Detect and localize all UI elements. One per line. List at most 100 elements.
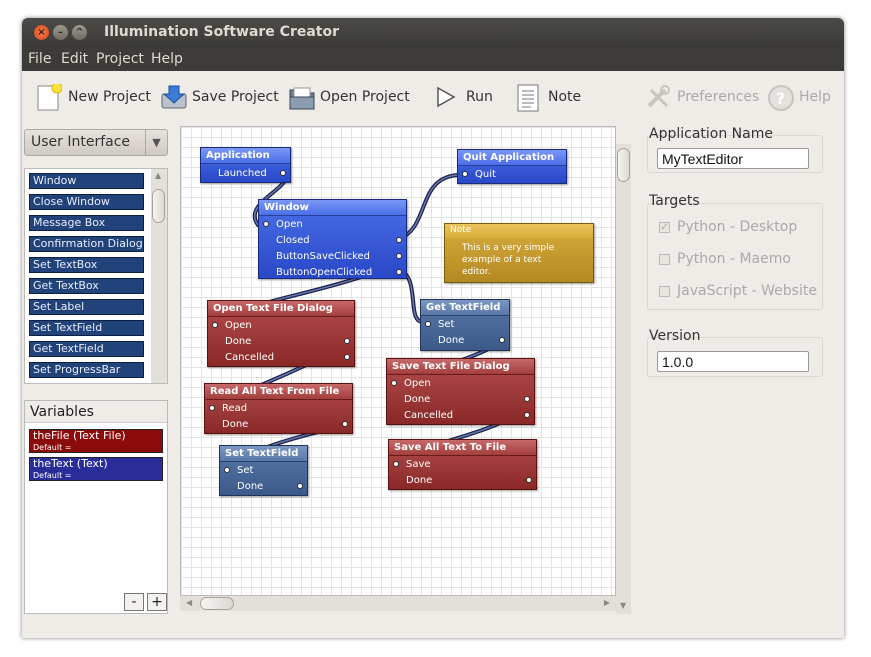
node-application[interactable]: Application Launched bbox=[200, 147, 291, 183]
port-done: Done bbox=[438, 335, 465, 346]
menu-help[interactable]: Help bbox=[151, 51, 183, 67]
block-item[interactable]: Set ProgressBar bbox=[29, 362, 144, 378]
toolbar: New Project Save Project Open Project Ru… bbox=[22, 71, 844, 121]
block-item[interactable]: Confirmation Dialog bbox=[29, 236, 144, 252]
output-pin[interactable] bbox=[396, 269, 402, 275]
save-icon bbox=[160, 84, 187, 110]
canvas-horizontal-scrollbar[interactable]: ◀ ▶ bbox=[180, 596, 616, 611]
menu-file[interactable]: File bbox=[28, 51, 51, 67]
scroll-up-icon[interactable]: ▲ bbox=[155, 171, 161, 180]
block-item[interactable]: Close Window bbox=[29, 194, 144, 210]
node-quit-application[interactable]: Quit Application Quit bbox=[457, 149, 567, 184]
target-javascript-website-checkbox[interactable]: JavaScript - Website bbox=[659, 283, 817, 299]
block-list-scrollbar[interactable]: ▲ bbox=[151, 169, 167, 383]
note-block[interactable]: Note This is a very simple example of a … bbox=[444, 223, 594, 283]
add-variable-button[interactable]: + bbox=[147, 593, 167, 611]
node-open-text-file-dialog[interactable]: Open Text File Dialog Open Done Cancelle… bbox=[207, 300, 355, 367]
version-input[interactable] bbox=[657, 351, 809, 372]
canvas-hscroll-thumb[interactable] bbox=[200, 597, 234, 610]
app-name-label: Application Name bbox=[649, 126, 773, 142]
note-text: This is a very simple example of a text … bbox=[462, 243, 555, 277]
block-item[interactable]: Set TextBox bbox=[29, 257, 144, 273]
node-window[interactable]: Window Open Closed ButtonSaveClicked But… bbox=[258, 199, 407, 279]
tools-icon bbox=[645, 84, 671, 110]
minimize-window-button[interactable]: – bbox=[53, 25, 68, 40]
port-read: Read bbox=[222, 403, 248, 414]
flow-canvas[interactable]: Application Launched Window Open Closed … bbox=[180, 126, 616, 596]
window-title: Illumination Software Creator bbox=[104, 24, 339, 40]
port-quit: Quit bbox=[475, 169, 496, 180]
block-item[interactable]: Set Label bbox=[29, 299, 144, 315]
checkbox-checked-icon: ✓ bbox=[659, 221, 670, 233]
node-save-text-file-dialog[interactable]: Save Text File Dialog Open Done Cancelle… bbox=[386, 358, 535, 425]
input-pin[interactable] bbox=[212, 322, 218, 328]
open-project-button[interactable]: Open Project bbox=[288, 81, 410, 113]
node-title: Application bbox=[201, 148, 290, 164]
output-pin[interactable] bbox=[342, 421, 348, 427]
variable-item[interactable]: theText (Text) Default = bbox=[29, 457, 163, 481]
block-item[interactable]: Window bbox=[29, 173, 144, 189]
node-title: Window bbox=[259, 200, 406, 216]
input-pin[interactable] bbox=[224, 467, 230, 473]
node-read-all-text-from-file[interactable]: Read All Text From File Read Done bbox=[204, 383, 353, 434]
port-launched: Launched bbox=[218, 168, 267, 179]
output-pin[interactable] bbox=[526, 477, 532, 483]
output-pin[interactable] bbox=[499, 337, 505, 343]
run-button[interactable]: Run bbox=[434, 81, 493, 113]
category-select[interactable]: User Interface ▼ bbox=[24, 129, 168, 156]
folder-icon bbox=[288, 84, 315, 110]
node-title: Get TextField bbox=[421, 300, 509, 316]
remove-variable-button[interactable]: - bbox=[124, 593, 144, 611]
scroll-down-icon[interactable]: ▼ bbox=[620, 601, 626, 610]
save-project-button[interactable]: Save Project bbox=[160, 81, 279, 113]
block-item[interactable]: Get TextBox bbox=[29, 278, 144, 294]
port-save: Save bbox=[406, 459, 431, 470]
input-pin[interactable] bbox=[263, 221, 269, 227]
output-pin[interactable] bbox=[297, 483, 303, 489]
variable-item[interactable]: theFile (Text File) Default = bbox=[29, 429, 163, 453]
help-button[interactable]: ? Help bbox=[767, 81, 831, 113]
maximize-window-button[interactable]: ^ bbox=[72, 25, 87, 40]
variable-default: Default = bbox=[33, 471, 72, 480]
scroll-right-icon[interactable]: ▶ bbox=[604, 598, 610, 607]
input-pin[interactable] bbox=[391, 380, 397, 386]
output-pin[interactable] bbox=[524, 396, 530, 402]
variables-heading: Variables bbox=[25, 401, 167, 423]
block-list-scroll-thumb[interactable] bbox=[152, 189, 165, 223]
close-window-button[interactable]: × bbox=[34, 25, 49, 40]
target-python-desktop-checkbox[interactable]: ✓ Python - Desktop bbox=[659, 219, 797, 235]
port-set: Set bbox=[438, 319, 455, 330]
output-pin[interactable] bbox=[344, 338, 350, 344]
scroll-left-icon[interactable]: ◀ bbox=[186, 598, 192, 607]
node-get-textfield[interactable]: Get TextField Set Done bbox=[420, 299, 510, 351]
input-pin[interactable] bbox=[393, 461, 399, 467]
node-set-textfield[interactable]: Set TextField Set Done bbox=[219, 445, 308, 496]
block-item[interactable]: Get TextField bbox=[29, 341, 144, 357]
block-item[interactable]: Set TextField bbox=[29, 320, 144, 336]
canvas-vscroll-thumb[interactable] bbox=[617, 148, 630, 182]
target-python-maemo-checkbox[interactable]: Python - Maemo bbox=[659, 251, 791, 267]
output-pin[interactable] bbox=[524, 412, 530, 418]
output-pin[interactable] bbox=[396, 237, 402, 243]
menu-project[interactable]: Project bbox=[96, 51, 144, 67]
output-pin[interactable] bbox=[396, 253, 402, 259]
output-pin[interactable] bbox=[344, 354, 350, 360]
note-button[interactable]: Note bbox=[516, 81, 581, 113]
menu-edit[interactable]: Edit bbox=[61, 51, 88, 67]
help-label: Help bbox=[799, 89, 831, 105]
canvas-vertical-scrollbar[interactable]: ▼ bbox=[616, 144, 631, 614]
input-pin[interactable] bbox=[462, 171, 468, 177]
block-item[interactable]: Message Box bbox=[29, 215, 144, 231]
variable-name: theFile (Text File) bbox=[33, 429, 126, 442]
input-pin[interactable] bbox=[209, 405, 215, 411]
node-save-all-text-to-file[interactable]: Save All Text To File Save Done bbox=[388, 439, 537, 490]
target-label: Python - Maemo bbox=[677, 251, 791, 267]
input-pin[interactable] bbox=[425, 321, 431, 327]
new-project-button[interactable]: New Project bbox=[36, 81, 151, 113]
app-name-input[interactable] bbox=[657, 148, 809, 169]
port-done: Done bbox=[237, 481, 264, 492]
title-bar: × – ^ Illumination Software Creator bbox=[22, 18, 844, 47]
output-pin[interactable] bbox=[280, 170, 286, 176]
new-document-icon bbox=[36, 82, 63, 111]
preferences-button[interactable]: Preferences bbox=[645, 81, 759, 113]
